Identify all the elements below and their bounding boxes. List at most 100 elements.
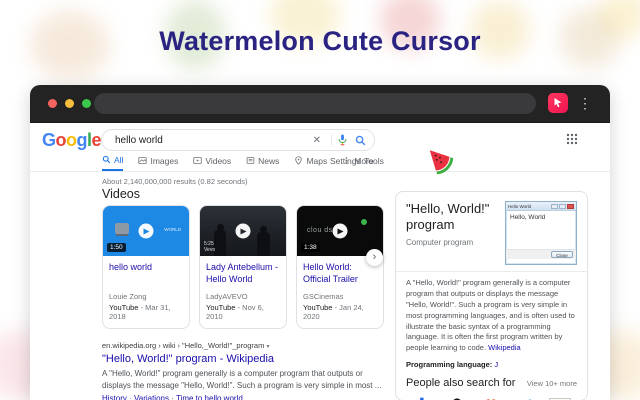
dialog-minimize-button — [551, 204, 558, 209]
search-tab-icon — [102, 155, 111, 164]
search-divider — [331, 134, 332, 146]
person-silhouette — [214, 230, 226, 256]
search-input[interactable]: hello world ✕ — [101, 129, 375, 151]
docker-icon — [411, 397, 435, 400]
dialog-close-action: Close — [551, 251, 573, 258]
result-snippet: A "Hello, World!" program generally is a… — [102, 368, 382, 391]
carousel-next-button[interactable]: › — [366, 249, 383, 266]
video-meta: GSCinemas YouTubeJan 24, 2020 — [297, 292, 383, 328]
play-icon — [139, 224, 154, 239]
tab-label: Videos — [205, 156, 231, 166]
green-badge — [361, 219, 367, 225]
video-thumbnail[interactable]: WORLD 1:50 — [103, 206, 189, 256]
browser-menu-icon[interactable]: ⋮ — [578, 92, 592, 114]
dialog-titlebar: Hello World — [506, 202, 576, 211]
tab-videos[interactable]: Videos — [193, 154, 231, 171]
video-title-link[interactable]: hello world — [103, 256, 189, 274]
tab-label: News — [258, 156, 279, 166]
result-options-icon[interactable]: ▾ — [266, 344, 269, 350]
cursor-extension-icon[interactable] — [548, 93, 568, 113]
logo-letter: G — [42, 130, 56, 150]
pasf-item-ubuntu[interactable]: Ubuntu — [474, 396, 508, 400]
play-icon — [333, 224, 348, 239]
tab-maps[interactable]: Maps — [294, 154, 327, 171]
play-icon — [236, 224, 251, 239]
thumbnail-text: WORLD — [164, 227, 181, 232]
videos-tab-icon — [193, 156, 202, 165]
tab-news[interactable]: News — [246, 154, 279, 171]
dialog-footer: Close — [506, 249, 576, 259]
logo-letter: e — [92, 130, 102, 150]
person-silhouette — [257, 232, 270, 256]
video-channel: GSCinemas — [303, 292, 377, 301]
thumbnail-text: clou ds — [307, 227, 333, 234]
tab-label: Maps — [306, 156, 327, 166]
logo-letter: g — [77, 130, 88, 150]
voice-search-icon[interactable] — [337, 134, 348, 146]
result-title-link[interactable]: "Hello, World!" program - Wikipedia — [102, 353, 382, 365]
video-title-link[interactable]: Lady Antebellum - Hello World — [200, 256, 286, 285]
tab-label: All — [114, 155, 123, 165]
search-query-text[interactable]: hello world — [115, 135, 308, 146]
wikipedia-link[interactable]: Wikipedia — [488, 343, 521, 352]
pasf-item-docker[interactable]: docker Docker — [406, 396, 440, 400]
dialog-body-text: Hello, World — [506, 211, 576, 249]
logo-letter: o — [66, 130, 77, 150]
header-divider — [30, 171, 610, 172]
extension-title: Watermelon Cute Cursor — [0, 26, 640, 57]
video-cards: WORLD 1:50 hello world Louie Zong YouTub… — [102, 205, 384, 329]
results-stats: About 2,140,000,000 results (0.82 second… — [102, 177, 248, 186]
news-tab-icon — [246, 156, 255, 165]
sitelink[interactable]: Time to hello world — [169, 394, 243, 400]
tab-images[interactable]: Images — [138, 154, 178, 171]
tab-label: Images — [150, 156, 178, 166]
close-window-button[interactable] — [48, 99, 57, 108]
tab-all[interactable]: All — [102, 154, 123, 171]
language-link[interactable]: J — [494, 360, 498, 369]
video-meta: Louie Zong YouTubeMar 31, 2018 — [103, 292, 189, 328]
video-channel: Louie Zong — [109, 292, 183, 301]
video-card[interactable]: 5:25 Vevo Lady Antebellum - Hello World … — [199, 205, 287, 329]
images-tab-icon — [138, 156, 147, 165]
people-also-search-items: docker Docker — [406, 396, 577, 400]
maximize-window-button[interactable] — [82, 99, 91, 108]
browser-titlebar: ⋮ — [30, 85, 610, 122]
dialog-maximize-button — [559, 204, 566, 209]
sitelink[interactable]: History — [102, 394, 127, 400]
video-thumbnail[interactable]: clou ds 1:38 — [297, 206, 383, 256]
vevo-watermark: 5:25 Vevo — [204, 241, 215, 253]
video-source: YouTube — [109, 303, 138, 312]
view-more-link[interactable]: View 10+ more — [527, 379, 577, 388]
video-source: YouTube — [206, 303, 235, 312]
dialog-title: Hello World — [508, 204, 550, 209]
result-breadcrumb[interactable]: en.wikipedia.org › wiki › "Hello,_World!… — [102, 341, 382, 350]
video-source: YouTube — [303, 303, 332, 312]
dialog-close-button — [567, 204, 574, 209]
people-also-search-heading: People also search for — [406, 377, 527, 389]
organic-result: en.wikipedia.org › wiki › "Hello,_World!… — [102, 341, 382, 400]
tools-menu[interactable]: Tools — [364, 156, 384, 166]
video-channel: LadyAVEVO — [206, 292, 280, 301]
address-bar[interactable] — [94, 93, 536, 114]
cursor-arrow-icon — [552, 97, 564, 109]
watermelon-cursor-icon — [426, 147, 454, 175]
browser-window: ⋮ Google hello world ✕ — [30, 85, 610, 400]
google-apps-grid-icon[interactable] — [566, 133, 578, 145]
clear-search-icon[interactable]: ✕ — [308, 135, 326, 146]
minimize-window-button[interactable] — [65, 99, 74, 108]
pasf-item-intellisense[interactable]: IntelliSen... — [542, 396, 577, 400]
panel-divider — [396, 271, 587, 272]
logo-letter: o — [56, 130, 67, 150]
google-logo[interactable]: Google — [42, 130, 101, 151]
video-meta: LadyAVEVO YouTubeNov 6, 2010 — [200, 292, 286, 328]
sitelink[interactable]: Variations — [127, 394, 169, 400]
video-thumbnail[interactable]: 5:25 Vevo — [200, 206, 286, 256]
search-submit-icon[interactable] — [355, 135, 366, 146]
knowledge-panel-description: A "Hello, World!" program generally is a… — [406, 278, 577, 354]
video-card[interactable]: clou ds 1:38 Hello World: Official Trail… — [296, 205, 384, 329]
pasf-item-linux[interactable]: Linux — [440, 396, 474, 400]
video-card[interactable]: WORLD 1:50 hello world Louie Zong YouTub… — [102, 205, 190, 329]
hello-world-dialog-image[interactable]: Hello World Hello, World Close — [505, 201, 577, 265]
settings-menu[interactable]: Settings — [330, 156, 361, 166]
pasf-item-vscode[interactable]: Visual Studio C... — [508, 396, 542, 400]
